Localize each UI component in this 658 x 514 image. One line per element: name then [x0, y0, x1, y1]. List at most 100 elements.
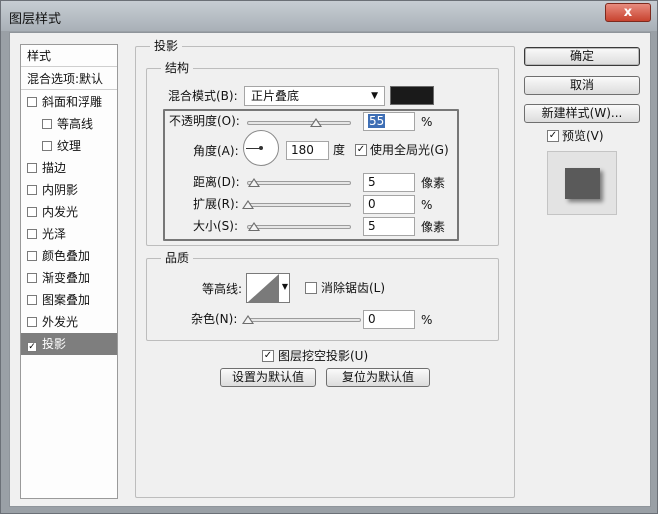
spread-label: 扩展(R): [193, 197, 239, 211]
noise-label: 杂色(N): [191, 312, 238, 326]
style-item-label: 光泽 [42, 227, 67, 241]
global-light-checkbox[interactable]: ✓ [355, 144, 367, 156]
style-item-checkbox[interactable] [27, 251, 37, 261]
check-icon: ✓ [356, 144, 366, 155]
new-style-button[interactable]: 新建样式(W)... [524, 104, 640, 123]
reset-default-button[interactable]: 复位为默认值 [326, 368, 430, 387]
style-item-6[interactable]: 光泽 [21, 223, 117, 245]
linear-contour-icon [248, 274, 279, 302]
dialog-client-area: 样式 混合选项:默认 斜面和浮雕等高线纹理描边内阴影内发光光泽颜色叠加渐变叠加图… [9, 32, 651, 507]
noise-slider-handle[interactable] [242, 315, 254, 324]
opacity-slider[interactable] [247, 121, 351, 125]
style-item-9[interactable]: 图案叠加 [21, 289, 117, 311]
style-item-label: 等高线 [57, 117, 94, 131]
style-item-label: 颜色叠加 [42, 249, 91, 263]
style-item-checkbox[interactable] [27, 295, 37, 305]
angle-input[interactable]: 180 [286, 141, 329, 160]
style-item-1[interactable]: 等高线 [21, 113, 117, 135]
style-list-header[interactable]: 样式 [21, 45, 117, 67]
blend-mode-value: 正片叠底 [251, 89, 300, 103]
opacity-label: 不透明度(O): [169, 114, 240, 128]
knockout-label: 图层挖空投影(U) [278, 349, 369, 363]
quality-title: 品质 [161, 251, 194, 265]
size-input[interactable]: 5 [363, 217, 415, 236]
style-item-label: 描边 [42, 161, 67, 175]
style-item-label: 渐变叠加 [42, 271, 91, 285]
style-item-label: 纹理 [57, 139, 82, 153]
blending-options-default[interactable]: 混合选项:默认 [21, 68, 117, 90]
title-bar[interactable]: 图层样式 x [1, 1, 657, 31]
shadow-color-swatch[interactable] [390, 86, 434, 105]
spread-input[interactable]: 0 [363, 195, 415, 214]
noise-slider[interactable] [247, 318, 361, 322]
style-item-checkbox[interactable] [42, 141, 52, 151]
spread-unit: % [421, 198, 433, 212]
angle-unit: 度 [333, 143, 346, 157]
preview-swatch [565, 168, 600, 199]
anti-alias-checkbox[interactable] [305, 282, 317, 294]
style-item-label: 斜面和浮雕 [42, 95, 103, 109]
style-item-checkbox[interactable] [27, 185, 37, 195]
distance-slider[interactable] [247, 181, 351, 185]
opacity-unit: % [421, 115, 433, 129]
preview-checkbox[interactable]: ✓ [547, 130, 559, 142]
preview-label: 预览(V) [562, 129, 604, 143]
close-button[interactable]: x [605, 3, 651, 22]
check-icon: ✓ [263, 350, 273, 361]
style-item-8[interactable]: 渐变叠加 [21, 267, 117, 289]
contour-label: 等高线: [202, 282, 243, 296]
close-icon: x [623, 5, 633, 20]
style-item-7[interactable]: 颜色叠加 [21, 245, 117, 267]
opacity-slider-handle[interactable] [310, 118, 322, 127]
drop-shadow-group: 投影 结构 混合模式(B): 正片叠底 ▼ 不透明度(O): 55 % 角度(A… [135, 39, 515, 498]
spread-value: 0 [368, 197, 376, 211]
style-item-label: 内发光 [42, 205, 79, 219]
style-item-checkbox[interactable] [42, 119, 52, 129]
chevron-down-icon: ▼ [281, 282, 288, 291]
opacity-input[interactable]: 55 [363, 112, 415, 131]
angle-label: 角度(A): [193, 144, 239, 158]
noise-value: 0 [368, 312, 376, 326]
style-item-3[interactable]: 描边 [21, 157, 117, 179]
check-icon: ✓ [548, 130, 558, 141]
size-slider[interactable] [247, 225, 351, 229]
spread-slider[interactable] [247, 203, 351, 207]
chevron-down-icon: ▼ [371, 91, 378, 101]
style-item-11[interactable]: ✓ 投影 [21, 333, 117, 355]
distance-label: 距离(D): [193, 175, 240, 189]
style-item-label: 图案叠加 [42, 293, 91, 307]
style-item-2[interactable]: 纹理 [21, 135, 117, 157]
make-default-button[interactable]: 设置为默认值 [220, 368, 316, 387]
cancel-button[interactable]: 取消 [524, 76, 640, 95]
contour-picker[interactable]: ▼ [246, 273, 290, 303]
anti-alias-label: 消除锯齿(L) [321, 281, 386, 295]
style-item-checkbox[interactable] [27, 229, 37, 239]
style-item-10[interactable]: 外发光 [21, 311, 117, 333]
style-item-checkbox[interactable] [27, 317, 37, 327]
style-item-label: 内阴影 [42, 183, 79, 197]
distance-slider-handle[interactable] [248, 178, 260, 187]
style-item-checkbox[interactable] [27, 273, 37, 283]
style-item-label: 外发光 [42, 315, 79, 329]
knockout-checkbox[interactable]: ✓ [262, 350, 274, 362]
angle-dial[interactable] [243, 130, 279, 166]
style-item-4[interactable]: 内阴影 [21, 179, 117, 201]
blend-mode-select[interactable]: 正片叠底 ▼ [244, 86, 385, 106]
noise-unit: % [421, 313, 433, 327]
noise-input[interactable]: 0 [363, 310, 415, 329]
style-item-checkbox[interactable] [27, 163, 37, 173]
style-item-checkbox[interactable] [27, 207, 37, 217]
style-item-checkbox[interactable]: ✓ [27, 342, 37, 352]
drop-shadow-title: 投影 [150, 39, 183, 53]
spread-slider-handle[interactable] [242, 200, 254, 209]
size-label: 大小(S): [193, 219, 239, 233]
style-item-0[interactable]: 斜面和浮雕 [21, 91, 117, 113]
quality-group: 品质 等高线: ▼ 消除锯齿(L) 杂色(N): 0 % [146, 251, 499, 341]
style-item-5[interactable]: 内发光 [21, 201, 117, 223]
ok-button[interactable]: 确定 [524, 47, 640, 66]
opacity-value: 55 [368, 114, 386, 128]
size-unit: 像素 [421, 220, 446, 234]
style-item-checkbox[interactable] [27, 97, 37, 107]
size-slider-handle[interactable] [248, 222, 260, 231]
distance-input[interactable]: 5 [363, 173, 415, 192]
